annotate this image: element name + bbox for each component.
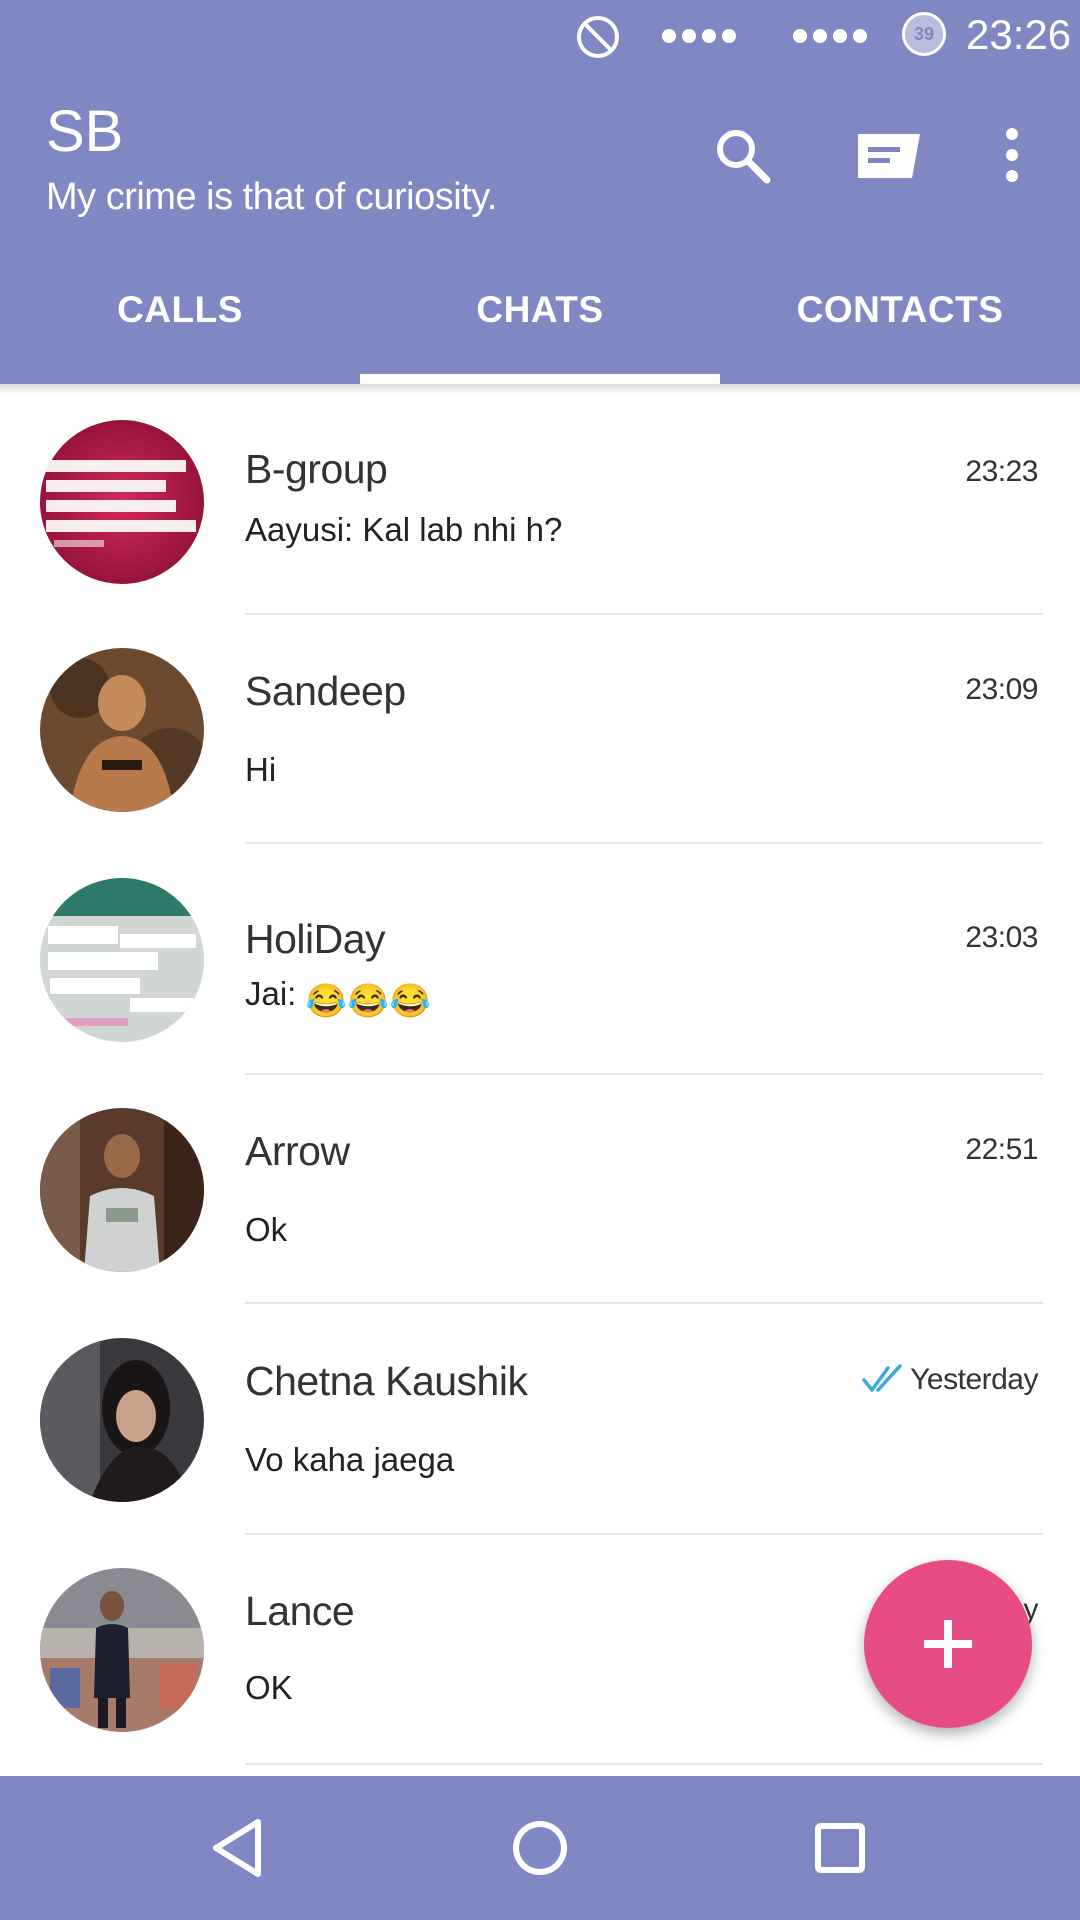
chat-last-message: Hi bbox=[245, 751, 277, 788]
chat-name: Lance bbox=[245, 1588, 355, 1634]
compose-icon[interactable] bbox=[854, 130, 924, 182]
tab-bar: CALLS CHATS CONTACTS bbox=[0, 270, 1080, 384]
new-chat-fab[interactable] bbox=[864, 1560, 1032, 1728]
emoji-list: 😂😂😂 bbox=[306, 975, 432, 1019]
chat-row-b-group[interactable]: B-group Aayusi: Kal lab nhi h? 23:23 bbox=[0, 384, 1080, 615]
signal-dots-icon bbox=[662, 29, 736, 43]
chat-name: Sandeep bbox=[245, 668, 406, 714]
double-check-icon bbox=[862, 1364, 902, 1392]
chat-name: Arrow bbox=[245, 1128, 350, 1174]
avatar bbox=[40, 420, 204, 584]
recents-icon[interactable] bbox=[740, 1776, 940, 1920]
avatar bbox=[40, 1568, 204, 1732]
plus-icon bbox=[924, 1620, 972, 1668]
chat-name: B-group bbox=[245, 446, 388, 492]
tab-calls[interactable]: CALLS bbox=[0, 270, 360, 384]
status-time: 23:26 bbox=[966, 11, 1072, 58]
battery-icon: 39 bbox=[902, 12, 946, 56]
profile-status[interactable]: My crime is that of curiosity. bbox=[46, 174, 497, 220]
divider bbox=[245, 1763, 1043, 1765]
tab-chats[interactable]: CHATS bbox=[360, 270, 720, 384]
chat-last-message: Ok bbox=[245, 1211, 288, 1248]
chat-last-message: OK bbox=[245, 1669, 293, 1706]
tab-indicator bbox=[360, 374, 720, 384]
chat-row-chetna-kaushik[interactable]: Chetna Kaushik Vo kaha jaega Yesterday bbox=[0, 1304, 1080, 1535]
avatar bbox=[40, 648, 204, 812]
do-not-disturb-icon bbox=[577, 16, 619, 58]
chat-name: Chetna Kaushik bbox=[245, 1358, 528, 1404]
tab-contacts[interactable]: CONTACTS bbox=[720, 270, 1080, 384]
emoji: 😂 bbox=[347, 982, 389, 1019]
chat-time: 23:23 bbox=[965, 455, 1038, 488]
home-icon[interactable] bbox=[440, 1776, 640, 1920]
chat-message-text: Jai: bbox=[245, 975, 297, 1012]
more-vert-icon[interactable] bbox=[1000, 127, 1024, 183]
chat-time: Yesterday bbox=[910, 1363, 1038, 1396]
avatar bbox=[40, 1338, 204, 1502]
signal-dots-icon bbox=[793, 29, 867, 43]
chat-last-message: Vo kaha jaega bbox=[245, 1441, 455, 1478]
chat-row-holiday[interactable]: HoliDay Jai: 😂😂😂 23:03 bbox=[0, 844, 1080, 1075]
emoji: 😂 bbox=[305, 982, 347, 1019]
system-nav-bar bbox=[0, 1776, 1080, 1920]
app-bar: 39 23:26 SB My crime is that of curiosit… bbox=[0, 0, 1080, 384]
chat-time: 22:51 bbox=[965, 1133, 1038, 1166]
status-bar: 39 23:26 bbox=[0, 0, 1080, 70]
chat-name: HoliDay bbox=[245, 916, 386, 962]
chat-row-sandeep[interactable]: Sandeep Hi 23:09 bbox=[0, 614, 1080, 844]
search-icon[interactable] bbox=[713, 126, 771, 184]
back-icon[interactable] bbox=[140, 1776, 340, 1920]
chat-time: 23:03 bbox=[965, 921, 1038, 954]
chat-row-arrow[interactable]: Arrow Ok 22:51 bbox=[0, 1074, 1080, 1304]
emoji: 😂 bbox=[389, 982, 431, 1019]
chat-time: 23:09 bbox=[965, 673, 1038, 706]
avatar bbox=[40, 878, 204, 1042]
chat-last-message: Aayusi: Kal lab nhi h? bbox=[245, 511, 563, 548]
avatar bbox=[40, 1108, 204, 1272]
profile-name[interactable]: SB bbox=[46, 100, 123, 164]
chat-last-message: Jai: 😂😂😂 bbox=[245, 974, 432, 1019]
